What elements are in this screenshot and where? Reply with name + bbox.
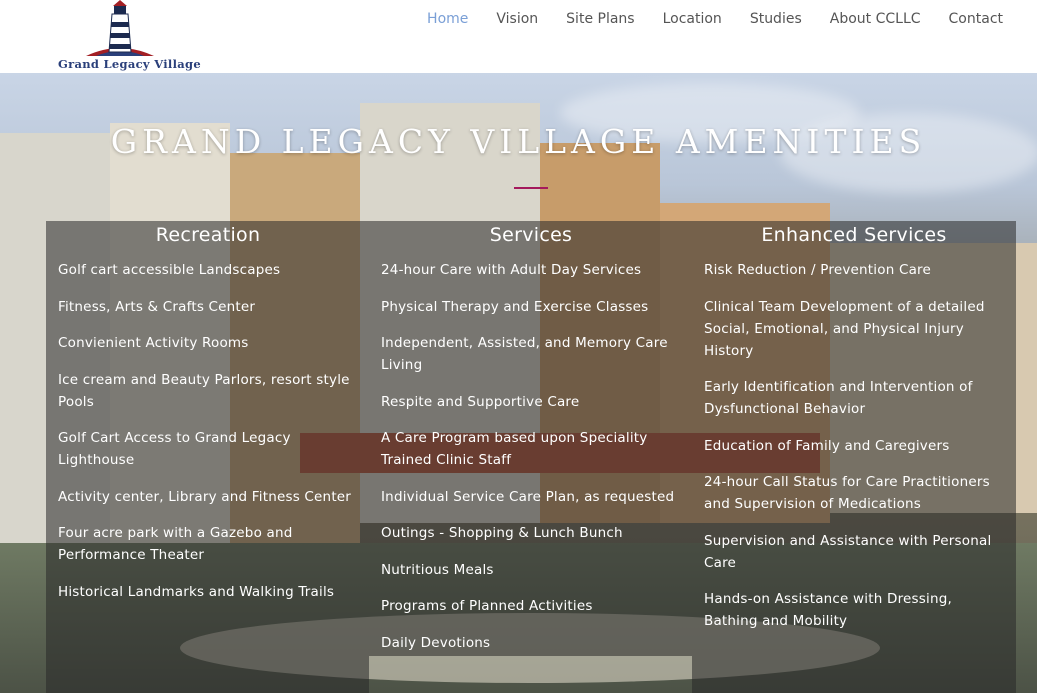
recreation-list: Golf cart accessible Landscapes Fitness,… <box>58 259 358 603</box>
main-nav: Home Vision Site Plans Location Studies … <box>413 10 1003 28</box>
list-item: Convienient Activity Rooms <box>58 335 249 351</box>
list-item: Fitness, Arts & Crafts Center <box>58 298 256 315</box>
nav-item-vision[interactable]: Vision <box>482 10 552 28</box>
lighthouse-logo-icon <box>86 0 154 56</box>
column-heading-enhanced-services: Enhanced Services <box>761 224 947 246</box>
list-item: Supervision and Assistance with Personal… <box>704 532 992 571</box>
list-item: Risk Reduction / Prevention Care <box>704 262 932 278</box>
column-recreation: Recreation Golf cart accessible Landscap… <box>58 224 358 617</box>
nav-item-studies[interactable]: Studies <box>736 10 816 28</box>
column-heading-recreation: Recreation <box>155 224 261 246</box>
page-title: GRAND LEGACY VILLAGE AMENITIES <box>110 122 927 161</box>
list-item: Four acre park with a Gazebo and Perform… <box>58 525 293 563</box>
list-item: Programs of Planned Activities <box>381 598 593 614</box>
list-item: Historical Landmarks and Walking Trails <box>58 583 335 600</box>
services-list: 24-hour Care with Adult Day Services Phy… <box>381 259 681 654</box>
site-header: Grand Legacy Village Home Vision Site Pl… <box>0 0 1037 73</box>
list-item: A Care Program based upon Speciality Tra… <box>381 430 648 468</box>
amenities-panel-extension <box>46 656 369 693</box>
list-item: Physical Therapy and Exercise Classes <box>381 298 649 315</box>
brand-name[interactable]: Grand Legacy Village <box>58 57 201 71</box>
list-item: Daily Devotions <box>381 634 491 651</box>
enhanced-services-list: Risk Reduction / Prevention Care Clinica… <box>704 259 1004 632</box>
list-item: Activity center, Library and Fitness Cen… <box>58 488 352 505</box>
list-item: Ice cream and Beauty Parlors, resort sty… <box>58 371 350 410</box>
column-heading-services: Services <box>489 224 573 246</box>
column-services: Services 24-hour Care with Adult Day Ser… <box>381 224 681 668</box>
nav-item-about-cclc[interactable]: About CCLLC <box>816 10 935 28</box>
list-item: Individual Service Care Plan, as request… <box>381 488 675 505</box>
nav-item-contact[interactable]: Contact <box>935 10 1003 28</box>
amenities-panel-extension-right <box>692 656 1016 693</box>
list-item: Clinical Team Development of a detailed … <box>704 298 985 359</box>
list-item: Independent, Assisted, and Memory Care L… <box>381 335 668 373</box>
nav-item-location[interactable]: Location <box>649 10 736 28</box>
list-item: Hands-on Assistance with Dressing, Bathi… <box>704 591 952 629</box>
list-item: Respite and Supportive Care <box>381 393 580 410</box>
nav-item-site-plans[interactable]: Site Plans <box>552 10 648 28</box>
list-item: Early Identification and Intervention of… <box>704 379 973 417</box>
list-item: Nutritious Meals <box>381 561 494 578</box>
title-divider <box>514 187 548 189</box>
nav-item-home[interactable]: Home <box>413 10 482 28</box>
list-item: 24-hour Call Status for Care Practitione… <box>704 474 990 512</box>
list-item: 24-hour Care with Adult Day Services <box>381 262 642 278</box>
list-item: Golf Cart Access to Grand Legacy Lightho… <box>58 430 291 468</box>
list-item: Education of Family and Caregivers <box>704 437 950 454</box>
list-item: Outings - Shopping & Lunch Bunch <box>381 525 623 541</box>
list-item: Golf cart accessible Landscapes <box>58 262 281 278</box>
column-enhanced-services: Enhanced Services Risk Reduction / Preve… <box>704 224 1004 647</box>
